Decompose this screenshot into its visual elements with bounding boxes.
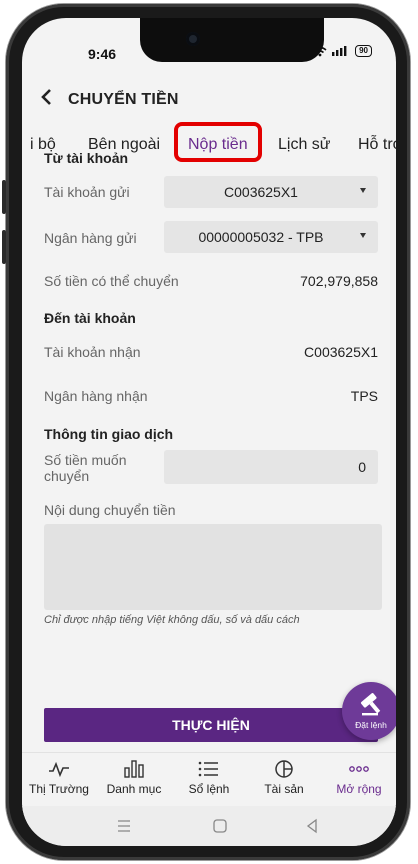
amount-input[interactable] <box>164 450 378 484</box>
nav-item-market[interactable]: Thị Trường <box>22 759 96 796</box>
place-order-label: Đặt lệnh <box>355 720 387 730</box>
signal-icon <box>332 46 347 56</box>
recent-apps-icon[interactable] <box>114 816 134 836</box>
bottom-nav: Thị Trường Danh mục Sổ lệnh Tài sản Mở r… <box>22 752 396 805</box>
input-hint: Chỉ được nhập tiếng Việt không dấu, số v… <box>44 614 300 626</box>
status-time: 9:46 <box>88 46 117 62</box>
camera-notch <box>140 18 324 62</box>
pie-chart-icon <box>275 760 293 778</box>
receive-account-label: Tài khoản nhận <box>44 344 141 360</box>
source-bank-label: Ngân hàng gửi <box>44 230 137 246</box>
nav-item-assets[interactable]: Tài sản <box>247 759 321 796</box>
bar-chart-icon <box>124 760 144 778</box>
back-arrow-icon[interactable] <box>40 86 52 112</box>
gavel-icon <box>360 693 381 716</box>
to-account-title: Đến tài khoản <box>44 310 136 326</box>
highlight-box <box>174 122 262 162</box>
home-icon[interactable] <box>210 816 230 836</box>
phone-side-button <box>2 230 6 264</box>
transfer-content-input[interactable] <box>44 524 382 610</box>
nav-item-more[interactable]: Mở rộng <box>322 759 396 796</box>
nav-label: Tài sản <box>264 782 304 796</box>
nav-label: Danh mục <box>106 782 162 796</box>
from-account-title: Từ tài khoản <box>44 150 129 166</box>
tab-support[interactable]: Hỗ trợ <box>358 136 396 154</box>
source-bank-select[interactable]: 00000005032 - TPB <box>164 221 378 253</box>
available-balance-label: Số tiền có thể chuyển <box>44 273 179 289</box>
more-dots-icon <box>349 766 369 772</box>
transaction-info-title: Thông tin giao dịch <box>44 426 174 442</box>
battery-icon: 90 <box>355 45 372 57</box>
receive-account-value: C003625X1 <box>304 344 378 360</box>
nav-item-orders[interactable]: Sổ lệnh <box>172 759 246 796</box>
app-screen: 9:46 90 CHUYỂN TIỀN i bộ Bên ngoài Nộp t… <box>22 18 396 846</box>
nav-label: Thị Trường <box>29 782 89 796</box>
chevron-down-icon <box>360 233 366 238</box>
market-chart-icon <box>49 761 69 778</box>
source-bank-value: 00000005032 - TPB <box>198 229 324 245</box>
page-header: CHUYỂN TIỀN <box>22 82 396 122</box>
list-icon <box>198 761 218 777</box>
amount-label: Số tiền muốn chuyển <box>44 452 127 484</box>
back-icon[interactable] <box>302 816 322 836</box>
submit-button[interactable]: THỰC HIỆN <box>44 708 378 742</box>
receive-bank-value: TPS <box>350 388 378 404</box>
chevron-down-icon <box>360 188 366 193</box>
source-account-select[interactable]: C003625X1 <box>164 176 378 208</box>
tab-history[interactable]: Lịch sử <box>278 136 331 154</box>
nav-label: Sổ lệnh <box>188 782 230 796</box>
place-order-fab[interactable]: Đặt lệnh <box>342 682 396 740</box>
camera-icon <box>186 32 200 46</box>
phone-side-button <box>2 180 6 214</box>
transfer-content-label: Nội dung chuyển tiền <box>44 502 176 518</box>
page-title: CHUYỂN TIỀN <box>68 91 179 108</box>
source-account-label: Tài khoản gửi <box>44 184 130 200</box>
nav-label: Mở rộng <box>336 782 382 796</box>
source-account-value: C003625X1 <box>224 184 298 200</box>
system-nav-bar <box>22 806 396 846</box>
receive-bank-label: Ngân hàng nhận <box>44 388 148 404</box>
available-balance-value: 702,979,858 <box>300 273 378 289</box>
nav-item-portfolio[interactable]: Danh mục <box>97 759 171 796</box>
